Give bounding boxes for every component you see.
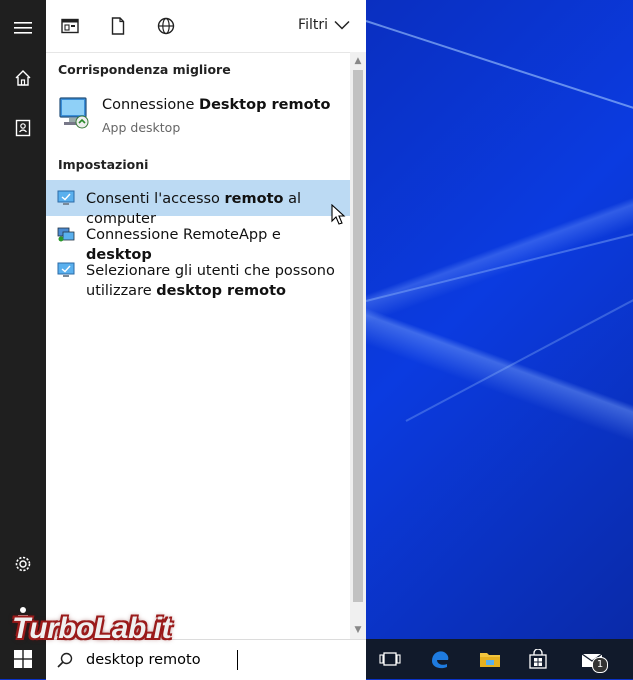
- scrollbar-thumb[interactable]: [353, 70, 363, 602]
- search-icon: [57, 652, 73, 668]
- apps-filter-icon[interactable]: [58, 14, 82, 38]
- edge-browser-icon[interactable]: [428, 647, 452, 671]
- home-icon[interactable]: [0, 58, 46, 98]
- text-caret: [237, 650, 238, 670]
- wallpaper-light-ray: [405, 298, 633, 422]
- settings-gear-icon[interactable]: [0, 544, 46, 584]
- scroll-down-arrow-icon[interactable]: ▼: [353, 625, 363, 635]
- filters-dropdown[interactable]: Filtri: [298, 17, 350, 33]
- filters-label: Filtri: [298, 17, 328, 33]
- chevron-down-icon: [334, 20, 350, 30]
- result-text-pre: Consenti l'accesso: [86, 191, 225, 207]
- best-match-title: Connessione Desktop remoto: [102, 97, 330, 113]
- result-text-line2: utilizzare desktop remoto: [86, 281, 335, 301]
- notebook-icon[interactable]: [0, 108, 46, 148]
- documents-filter-icon[interactable]: [106, 14, 130, 38]
- file-explorer-folder-icon[interactable]: [478, 647, 502, 671]
- search-results-panel: Filtri Corrispondenza migliore Connessio…: [46, 0, 366, 639]
- settings-result-allow-remote-access[interactable]: Consenti l'accesso remoto al computer: [46, 180, 350, 227]
- scroll-up-arrow-icon[interactable]: ▲: [353, 56, 363, 66]
- settings-heading: Impostazioni: [58, 157, 149, 172]
- best-match-result[interactable]: Connessione Desktop remoto App desktop: [46, 86, 350, 142]
- search-input[interactable]: [86, 650, 346, 670]
- windows-logo-icon: [14, 650, 32, 668]
- hamburger-menu-icon[interactable]: [0, 8, 46, 48]
- start-button[interactable]: [0, 639, 46, 679]
- wallpaper-light-ray: [365, 227, 633, 302]
- start-left-rail: [0, 0, 46, 679]
- system-settings-monitor-icon: [57, 262, 75, 277]
- user-feedback-icon[interactable]: [0, 594, 46, 634]
- mouse-pointer-icon: [331, 204, 346, 225]
- store-bag-icon[interactable]: [526, 647, 550, 671]
- mail-icon[interactable]: 1: [576, 647, 610, 673]
- result-text-pre: Connessione RemoteApp e: [86, 227, 281, 243]
- search-filter-bar: Filtri: [46, 0, 366, 53]
- best-match-title-bold: Desktop remoto: [199, 97, 331, 113]
- result-text-line2-pre: utilizzare: [86, 283, 157, 299]
- settings-result-select-remote-users[interactable]: Selezionare gli utenti che possono utili…: [46, 252, 350, 308]
- result-text-line1: Selezionare gli utenti che possono: [86, 263, 335, 279]
- remoteapp-connection-icon: [57, 227, 75, 242]
- taskbar: 1: [366, 639, 633, 679]
- results-scrollbar[interactable]: ▲ ▼: [350, 52, 366, 639]
- best-match-heading: Corrispondenza migliore: [58, 62, 231, 77]
- mail-badge: 1: [592, 657, 608, 673]
- web-filter-globe-icon[interactable]: [154, 14, 178, 38]
- task-view-icon[interactable]: [378, 647, 402, 671]
- settings-result-remoteapp-connection[interactable]: Connessione RemoteApp e desktop: [46, 216, 350, 263]
- result-text-bold: remoto: [224, 191, 284, 207]
- remote-desktop-app-icon: [58, 96, 90, 132]
- taskbar-search-box[interactable]: [46, 639, 366, 680]
- system-settings-monitor-icon: [57, 190, 75, 205]
- desktop-wallpaper: [365, 0, 633, 639]
- best-match-subtitle: App desktop: [102, 120, 181, 135]
- best-match-title-prefix: Connessione: [102, 97, 200, 113]
- wallpaper-light-ray: [365, 20, 633, 115]
- settings-result-text: Selezionare gli utenti che possono utili…: [86, 261, 335, 301]
- result-text-line2-bold: desktop remoto: [156, 283, 287, 299]
